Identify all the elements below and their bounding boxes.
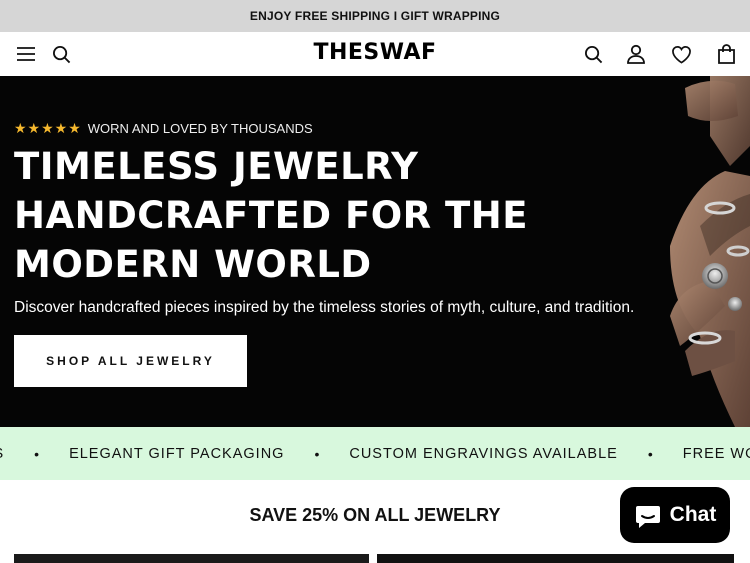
ticker-separator: • — [647, 445, 653, 462]
rating-stars-icon: ★★★★★ — [14, 120, 82, 136]
hero-headline: TIMELESS JEWELRY HANDCRAFTED FOR THE MOD… — [14, 142, 554, 289]
hero-image-hand-with-rings — [670, 76, 750, 427]
ticker-item: ELEGANT GIFT PACKAGING — [69, 445, 285, 462]
menu-icon[interactable] — [14, 42, 38, 66]
logo-text[interactable]: THESWAF — [313, 40, 436, 65]
product-card-image[interactable] — [377, 554, 734, 563]
search-icon[interactable] — [49, 42, 73, 66]
hero-banner: ★★★★★ WORN AND LOVED BY THOUSANDS TIMELE… — [0, 76, 750, 427]
chat-label: Chat — [669, 503, 717, 526]
headline-line-1: TIMELESS JEWELRY — [14, 145, 419, 188]
site-header: THESWAF — [0, 32, 750, 76]
headline-line-3: MODERN WORLD — [14, 243, 372, 286]
ticker-track: RS • ELEGANT GIFT PACKAGING • CUSTOM ENG… — [0, 427, 750, 480]
ticker-separator: • — [314, 445, 320, 462]
ticker-item: RS — [0, 446, 4, 462]
product-card-image[interactable] — [14, 554, 369, 563]
hero-subheading: Discover handcrafted pieces inspired by … — [14, 299, 635, 316]
announcement-text: ENJOY FREE SHIPPING I GIFT WRAPPING — [249, 9, 501, 23]
chat-button[interactable]: Chat — [620, 487, 730, 543]
rating-text: WORN AND LOVED BY THOUSANDS — [87, 121, 313, 136]
ticker-separator: • — [34, 445, 40, 462]
announcement-bar: ENJOY FREE SHIPPING I GIFT WRAPPING — [0, 0, 750, 32]
chat-bubble-icon — [635, 506, 660, 528]
ticker-item: FREE WO — [682, 445, 750, 462]
ticker-item: CUSTOM ENGRAVINGS AVAILABLE — [349, 445, 618, 462]
headline-line-2: HANDCRAFTED FOR THE — [14, 194, 529, 237]
cart-icon[interactable] — [714, 42, 738, 66]
header-search-icon[interactable] — [581, 42, 605, 66]
benefits-ticker: RS • ELEGANT GIFT PACKAGING • CUSTOM ENG… — [0, 427, 750, 480]
wishlist-icon[interactable] — [669, 42, 693, 66]
rating-row: ★★★★★ WORN AND LOVED BY THOUSANDS — [14, 120, 313, 137]
account-icon[interactable] — [624, 42, 648, 66]
shop-all-jewelry-button[interactable]: SHOP ALL JEWELRY — [14, 335, 247, 387]
